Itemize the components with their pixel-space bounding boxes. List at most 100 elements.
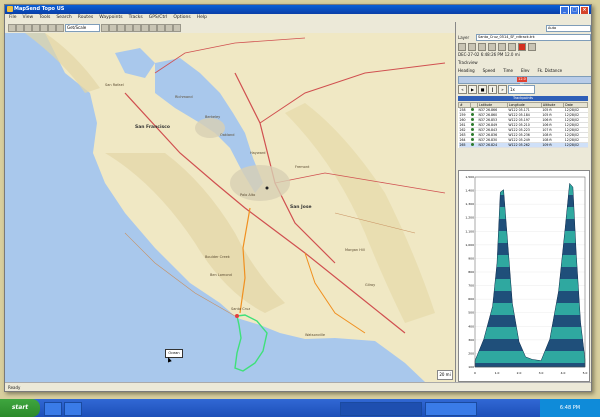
profile-x-tick: 3.0	[539, 371, 544, 375]
elevation-profile[interactable]: 1,500 1,400 1,300 1,200 1,100 1,000 900 800 700 6…	[458, 170, 590, 382]
track-summary: DEC-27-02 6:48:26 PM 12.0 mi	[458, 52, 520, 57]
map-label-watsonville: Watsonville	[305, 333, 326, 337]
table-row[interactable]: 262 N37 26.843 W122 05.223 107 ft 12/28/02	[458, 127, 588, 133]
map-label-morgan-hill: Morgan Hill	[345, 248, 365, 252]
menu-bar: File View Tools Search Routes Waypoints …	[5, 14, 591, 22]
trackpoint-dot-icon	[471, 128, 475, 131]
track-icon[interactable]	[133, 24, 141, 32]
track-lock-icon[interactable]	[528, 43, 536, 51]
trackpoint-dot-icon	[471, 133, 475, 136]
download-icon[interactable]	[173, 24, 181, 32]
profile-x-tick: 1.0	[495, 371, 500, 375]
table-row[interactable]: 260 N37 26.853 W122 05.197 106 ft 12/28/02	[458, 117, 588, 123]
forward-button[interactable]: »	[498, 85, 507, 94]
menu-help[interactable]: Help	[197, 14, 207, 22]
taskbar-mapsend-item[interactable]	[340, 402, 422, 416]
profile-y-tick: 300	[468, 338, 474, 342]
header-speed: Speed	[482, 68, 496, 73]
map-label-santa-cruz: Santa Cruz	[231, 307, 251, 311]
header-time: Time	[503, 68, 513, 73]
profile-y-tick: 1,400	[465, 189, 474, 193]
map-label-san-rafael: San Rafael	[105, 83, 124, 87]
table-row[interactable]: 258 N37 26.866 W122 05.171 105 ft 12/28/02	[458, 107, 588, 113]
track-position-slider[interactable]: 12.0 mi	[458, 76, 591, 86]
trackpoint-dot-icon	[471, 113, 475, 116]
window-title: MapSend Topo US	[14, 6, 65, 12]
track-new-icon[interactable]	[458, 43, 466, 51]
new-icon[interactable]	[8, 24, 16, 32]
menu-waypoints[interactable]: Waypoints	[99, 14, 122, 22]
table-row[interactable]: 259 N37 26.860 W122 05.184 105 ft 12/28/02	[458, 112, 588, 118]
trackpoints-table: # Latitude Longitude Altitude Date 258 N3…	[458, 102, 588, 148]
play-button[interactable]: ▶	[468, 85, 477, 94]
system-tray-clock: 6:48 PM	[540, 399, 600, 417]
map-scale: 20 mi	[437, 370, 453, 380]
menu-file[interactable]: File	[9, 14, 17, 22]
profile-y-tick: 400	[468, 324, 474, 328]
table-row[interactable]: 264 N37 26.830 W122 05.249 108 ft 12/28/02	[458, 137, 588, 143]
profile-x-tick: 5.0	[583, 371, 588, 375]
zoom-out-icon[interactable]	[56, 24, 64, 32]
map-label-san-francisco: San Francisco	[135, 125, 170, 130]
header-elev: Elev	[521, 68, 530, 73]
table-row[interactable]: 263 N37 26.836 W122 05.236 108 ft 12/28/02	[458, 132, 588, 138]
menu-view[interactable]: View	[23, 14, 34, 22]
table-row-selected[interactable]: 265 N37 26.824 W122 05.262 109 ft 12/28/02	[458, 142, 588, 148]
track-edit-icon[interactable]	[478, 43, 486, 51]
profile-y-tick: 1,000	[465, 243, 474, 247]
track-file-combo[interactable]: Santa_Cruz_0514_SF_rdtrack.trk	[476, 34, 591, 41]
measure-icon[interactable]	[141, 24, 149, 32]
pause-button[interactable]: ‖	[488, 85, 497, 94]
route-icon[interactable]	[125, 24, 133, 32]
track-props-icon[interactable]	[488, 43, 496, 51]
select-icon[interactable]	[109, 24, 117, 32]
menu-routes[interactable]: Routes	[78, 14, 93, 22]
slider-thumb[interactable]: 12.0 mi	[517, 77, 527, 86]
track-join-icon[interactable]	[508, 43, 516, 51]
quicklaunch-ie-icon[interactable]	[44, 402, 62, 416]
trackpoint-dot-icon	[471, 143, 475, 146]
view-combo[interactable]: Auto	[546, 25, 591, 32]
map-canvas[interactable]	[5, 33, 455, 382]
header-heading: Heading	[458, 68, 475, 73]
map-label: Layer	[458, 35, 470, 40]
find-icon[interactable]	[149, 24, 157, 32]
trackpoint-dot-icon	[471, 138, 475, 141]
waypoint-icon[interactable]	[117, 24, 125, 32]
menu-gps[interactable]: GPS/Ctrl	[149, 14, 168, 22]
profile-y-tick: 1,500	[465, 175, 474, 179]
map-view[interactable]: San Rafael Richmond Berkeley San Francis…	[5, 33, 455, 382]
save-icon[interactable]	[24, 24, 32, 32]
profile-y-tick: 900	[468, 256, 474, 260]
stop-button[interactable]: ■	[478, 85, 487, 94]
track-split-icon[interactable]	[498, 43, 506, 51]
start-button[interactable]: start	[0, 399, 40, 417]
track-panel: Auto Layer Santa_Cruz_0514_SF_rdtrack.tr…	[455, 22, 591, 382]
table-row[interactable]: 261 N37 26.849 W122 05.210 106 ft 12/28/02	[458, 122, 588, 128]
copy-icon[interactable]	[40, 24, 48, 32]
gps-icon[interactable]	[157, 24, 165, 32]
speed-combo[interactable]: 1x	[508, 85, 535, 94]
menu-tools[interactable]: Tools	[39, 14, 50, 22]
zoom-combo[interactable]: Get/Scale	[65, 24, 100, 32]
menu-tracks[interactable]: Tracks	[129, 14, 143, 22]
map-label-hayward: Hayward	[250, 151, 266, 155]
quicklaunch-desktop-icon[interactable]	[64, 402, 82, 416]
menu-options[interactable]: Options	[173, 14, 190, 22]
map-label-palo-alto: Palo Alto	[240, 193, 256, 197]
taskbar-explorer-item[interactable]	[425, 402, 477, 416]
rewind-button[interactable]: «	[458, 85, 467, 94]
upload-icon[interactable]	[165, 24, 173, 32]
map-label-oakland: Oakland	[220, 133, 235, 137]
app-window: MapSend Topo US _ □ × File View Tools Se…	[4, 4, 592, 392]
track-delete-icon[interactable]	[518, 43, 526, 51]
profile-x-tick: 2.0	[517, 371, 522, 375]
print-icon[interactable]	[32, 24, 40, 32]
elevation-profile-chart[interactable]: 1,500 1,400 1,300 1,200 1,100 1,000 900 800 700 6…	[459, 171, 589, 381]
open-icon[interactable]	[16, 24, 24, 32]
pan-icon[interactable]	[101, 24, 109, 32]
track-save-icon[interactable]	[468, 43, 476, 51]
zoom-in-icon[interactable]	[48, 24, 56, 32]
menu-search[interactable]: Search	[56, 14, 71, 22]
track-toolbar	[458, 43, 536, 51]
